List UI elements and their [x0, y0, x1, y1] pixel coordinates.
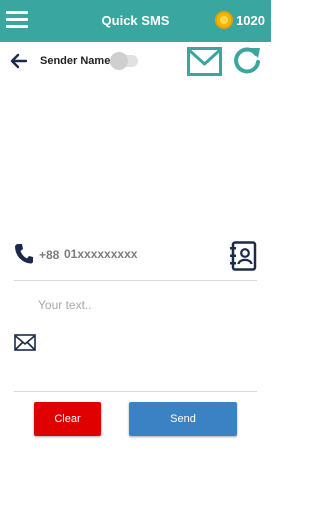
- coin-count: 1020: [236, 12, 265, 28]
- quick-sms-screen: Quick SMS 1020 Sender Name: +88 01xxxxxx…: [0, 0, 271, 512]
- refresh-icon[interactable]: [231, 45, 263, 77]
- message-input[interactable]: [38, 298, 253, 382]
- contacts-book-icon[interactable]: [229, 241, 257, 271]
- phone-icon: [15, 244, 33, 264]
- sender-name-label: Sender Name:: [40, 55, 114, 67]
- coin-icon: [215, 11, 234, 29]
- back-arrow-icon[interactable]: [10, 52, 28, 70]
- toggle-knob: [110, 52, 128, 70]
- mail-icon[interactable]: [187, 47, 222, 76]
- clear-button[interactable]: Clear: [34, 402, 101, 436]
- country-code: +88: [39, 248, 60, 262]
- divider: [14, 280, 257, 281]
- sender-name-toggle[interactable]: [110, 52, 138, 70]
- app-bar: Quick SMS 1020: [0, 0, 271, 42]
- phone-number-input[interactable]: [64, 244, 214, 264]
- coin-balance[interactable]: 1020: [215, 11, 265, 29]
- divider: [14, 391, 257, 392]
- send-button[interactable]: Send: [129, 402, 237, 436]
- envelope-icon: [14, 334, 36, 351]
